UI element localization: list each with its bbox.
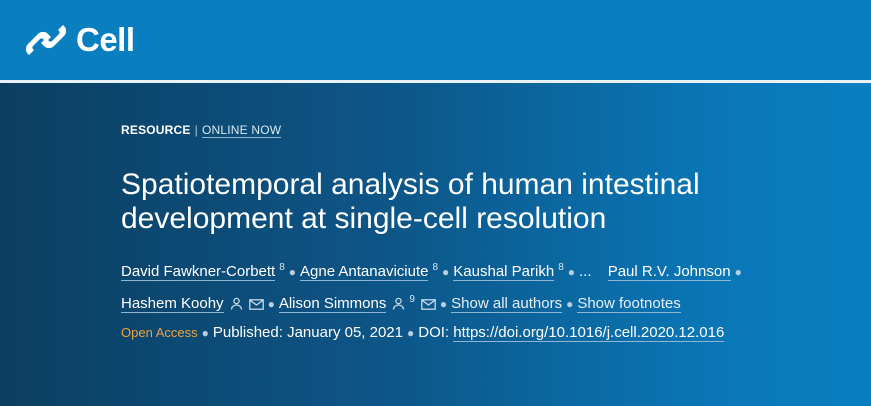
- author-list: David Fawkner-Corbett 8 ● Agne Antanaviciut…: [121, 254, 841, 318]
- author-separator: ●: [288, 265, 297, 279]
- doi-link[interactable]: https://doi.org/10.1016/j.cell.2020.12.0…: [453, 324, 725, 342]
- meta-separator: ●: [201, 326, 209, 340]
- author-separator: ●: [566, 297, 574, 311]
- published-date: Published: January 05, 2021: [212, 324, 403, 341]
- cell-logo-icon: [25, 25, 67, 55]
- author-item: Agne Antanaviciute 8: [300, 262, 438, 281]
- site-header: Cell: [0, 0, 871, 80]
- author-separator: ●: [439, 297, 448, 311]
- author-name[interactable]: Paul R.V. Johnson: [607, 263, 731, 281]
- author-name[interactable]: Alison Simmons: [278, 295, 387, 313]
- article-meta: Open Access ● Published: January 05, 2021 ●…: [121, 324, 725, 342]
- author-separator: ●: [267, 297, 275, 311]
- article-type: RESOURCE: [121, 123, 191, 137]
- mail-icon[interactable]: [248, 299, 264, 310]
- brand-name: Cell: [76, 21, 135, 58]
- article-header: RESOURCE | ONLINE NOW Spatiotemporal analy…: [0, 83, 871, 406]
- affiliation-marker[interactable]: 8: [432, 262, 438, 273]
- affiliation-marker[interactable]: 9: [409, 294, 415, 305]
- author-item: Alison Simmons 9: [278, 294, 436, 313]
- doi-label: DOI:: [418, 324, 450, 341]
- affiliation-marker[interactable]: 8: [558, 262, 564, 273]
- cell-logo[interactable]: Cell: [24, 18, 135, 62]
- author-name[interactable]: David Fawkner-Corbett: [121, 263, 276, 281]
- person-icon[interactable]: [230, 297, 243, 310]
- show-all-authors-link[interactable]: Show all authors: [451, 295, 563, 313]
- author-separator: ●: [567, 265, 575, 279]
- article-kicker: RESOURCE | ONLINE NOW: [121, 123, 282, 138]
- author-item: Kaushal Parikh 8: [453, 262, 564, 281]
- show-footnotes-link[interactable]: Show footnotes: [577, 295, 681, 313]
- meta-separator: ●: [407, 326, 415, 340]
- article-title: Spatiotemporal analysis of human intesti…: [121, 168, 700, 235]
- person-icon[interactable]: [392, 297, 405, 310]
- mail-icon[interactable]: [421, 299, 436, 310]
- author-name[interactable]: Hashem Koohy: [121, 295, 224, 313]
- author-item: Hashem Koohy: [121, 295, 264, 313]
- author-name[interactable]: Agne Antanaviciute: [300, 263, 429, 281]
- author-separator: ●: [734, 265, 742, 279]
- open-access-badge: Open Access: [121, 325, 198, 340]
- kicker-separator: |: [194, 123, 198, 137]
- author-name[interactable]: Kaushal Parikh: [453, 263, 555, 281]
- author-item: Paul R.V. Johnson: [607, 263, 731, 281]
- author-separator: ●: [442, 265, 450, 279]
- affiliation-marker[interactable]: 8: [279, 262, 285, 273]
- author-ellipsis: ...: [579, 263, 592, 280]
- online-now-link[interactable]: ONLINE NOW: [201, 123, 282, 138]
- author-item: David Fawkner-Corbett 8: [121, 262, 285, 281]
